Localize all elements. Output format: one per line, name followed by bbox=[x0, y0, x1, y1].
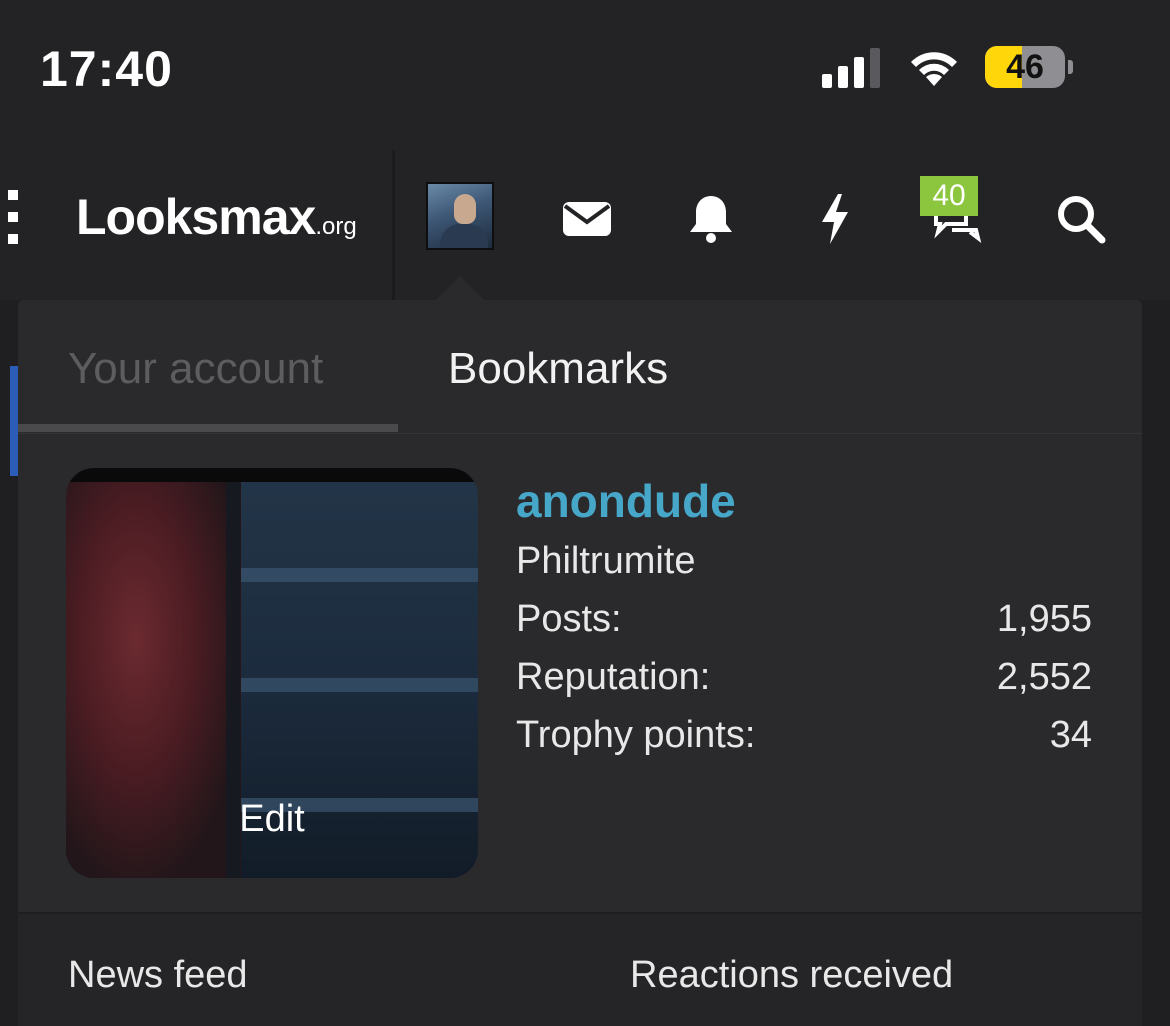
username-link[interactable]: anondude bbox=[516, 474, 736, 528]
stat-row-reputation: Reputation: 2,552 bbox=[516, 654, 1092, 712]
stat-row-posts: Posts: 1,955 bbox=[516, 596, 1092, 654]
active-tab-underline bbox=[18, 424, 398, 432]
site-header: Looksmax.org 40 bbox=[0, 130, 1170, 300]
quick-links: News feed Reactions received bbox=[18, 912, 1142, 1026]
stat-value: 34 bbox=[1049, 714, 1092, 756]
stat-value: 1,955 bbox=[996, 598, 1092, 640]
wifi-icon bbox=[906, 44, 962, 88]
tab-bar: Your account Bookmarks bbox=[18, 300, 1142, 434]
envelope-icon[interactable] bbox=[560, 192, 614, 246]
menu-icon[interactable] bbox=[8, 190, 20, 246]
header-divider bbox=[392, 150, 395, 300]
news-feed-link[interactable]: News feed bbox=[68, 954, 248, 997]
bell-icon[interactable] bbox=[684, 192, 738, 246]
stat-label: Posts: bbox=[516, 598, 622, 640]
status-time: 17:40 bbox=[40, 41, 173, 97]
battery-indicator: 46 bbox=[985, 46, 1073, 88]
tab-your-account[interactable]: Your account bbox=[68, 344, 323, 394]
stat-value: 2,552 bbox=[996, 656, 1092, 698]
battery-level-text: 46 bbox=[1006, 48, 1044, 86]
user-stats: Posts: 1,955 Reputation: 2,552 Trophy po… bbox=[516, 596, 1092, 770]
logo-suffix: .org bbox=[315, 213, 357, 240]
logo-text: Looksmax bbox=[76, 189, 316, 245]
cellular-signal-icon bbox=[822, 48, 884, 88]
profile-photo[interactable]: Edit bbox=[66, 468, 478, 878]
dropdown-pointer bbox=[436, 276, 484, 300]
search-icon[interactable] bbox=[1054, 192, 1108, 246]
screen: 17:40 46 Looksmax.org 40 Your account Bo… bbox=[0, 0, 1170, 1026]
reactions-received-link[interactable]: Reactions received bbox=[630, 954, 953, 997]
lightning-icon[interactable] bbox=[808, 192, 862, 246]
user-avatar[interactable] bbox=[426, 182, 494, 250]
left-edge-strip bbox=[10, 366, 18, 476]
stat-label: Reputation: bbox=[516, 656, 711, 698]
status-bar: 17:40 46 bbox=[0, 0, 1170, 130]
edit-avatar-button[interactable]: Edit bbox=[66, 798, 478, 841]
tab-bookmarks[interactable]: Bookmarks bbox=[448, 344, 668, 394]
stat-label: Trophy points: bbox=[516, 714, 756, 756]
site-logo[interactable]: Looksmax.org bbox=[76, 188, 357, 246]
user-title: Philtrumite bbox=[516, 540, 696, 582]
battery-body: 46 bbox=[985, 46, 1065, 88]
battery-nub bbox=[1068, 60, 1073, 74]
stat-row-trophy-points: Trophy points: 34 bbox=[516, 712, 1092, 770]
account-dropdown: Your account Bookmarks Edit anondude Phi… bbox=[18, 300, 1142, 1026]
chat-badge: 40 bbox=[920, 176, 978, 216]
